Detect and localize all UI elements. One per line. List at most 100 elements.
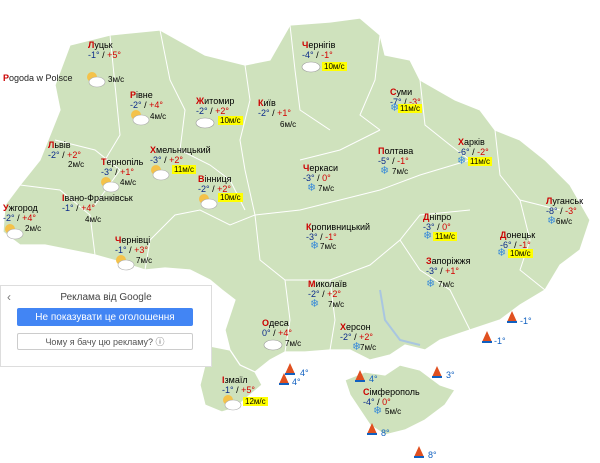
temp-max: -1° [325, 232, 337, 242]
wind-zhytomyr: 10м/с [218, 116, 243, 125]
city-dnipro: Дніпро -3° / 0° [423, 212, 452, 232]
wind-izmail: 12м/с [243, 397, 268, 406]
snow-icon: ❄ [310, 298, 320, 310]
temp-min: -2° [340, 332, 352, 342]
wind-kropyvnytskyi: 7м/с [320, 242, 337, 251]
temp-max: 0° [442, 222, 451, 232]
snow-icon: ❄ [426, 278, 436, 290]
partly-cloudy-icon [87, 72, 106, 88]
temp-max: +4° [22, 213, 36, 223]
city-name: ернопіль [106, 157, 144, 167]
city-name: итомир [204, 96, 235, 106]
snow-icon: ❄ [423, 230, 433, 242]
city-kharkiv: Харків -6° / -2° [458, 137, 489, 157]
wind-ternopil: 4м/с [120, 178, 137, 187]
temp-max: +2° [359, 332, 373, 342]
city-name: івне [136, 90, 153, 100]
temp-min: -2° [258, 108, 270, 118]
cloud-icon [195, 117, 215, 129]
wind-vinnytsia: 10м/с [218, 193, 243, 202]
temp-max: +2° [67, 150, 81, 160]
partly-cloudy-icon [223, 395, 242, 411]
temp-max: +2° [169, 155, 183, 165]
city-odesa: Одеса 0° / +4° [262, 318, 292, 338]
why-this-ad-button[interactable]: Чому я бачу цю рекламу? ⓘ [17, 333, 193, 350]
wind-uzhhorod: 2м/с [25, 224, 42, 233]
city-name: ерсон [346, 322, 371, 332]
city-name: ніпро [429, 212, 452, 222]
city-zhytomyr: Житомир -2° / +2° [196, 96, 235, 116]
temp-max: +1° [277, 108, 291, 118]
buoy-icon [482, 331, 492, 343]
sea-temp: -1° [494, 336, 506, 346]
city-khmelnytskyi: Хмельницький -3° / +2° [150, 145, 211, 165]
buoy-icon [355, 370, 365, 382]
city-vinnytsia: Вінниця -2° / +2° [198, 174, 232, 194]
temp-max: +2° [215, 106, 229, 116]
city-kherson: Херсон -2° / +2° [340, 322, 373, 342]
temp-min: -2° [48, 150, 60, 160]
buoy-icon [279, 373, 289, 385]
buoy-icon [414, 446, 424, 458]
partly-cloudy-icon [151, 165, 170, 181]
snow-icon: ❄ [307, 182, 317, 194]
city-chernivtsi: Чернівці -1° / +3° [115, 235, 151, 255]
wind-cherkasy: 7м/с [318, 184, 335, 193]
temp-max: +2° [327, 289, 341, 299]
sea-temp: -1° [520, 316, 532, 326]
snow-icon: ❄ [310, 240, 320, 252]
wind-khmelnytskyi: 11м/с [172, 165, 197, 174]
wind-poltava: 7м/с [392, 167, 409, 176]
buoy-icon [367, 423, 377, 435]
snow-icon: ❄ [497, 247, 507, 259]
city-name: апоріжжя [431, 256, 471, 266]
temp-max: -2° [477, 147, 489, 157]
wind-ivano-frankivsk: 4м/с [85, 215, 102, 224]
city-name: иколаїв [315, 279, 347, 289]
wind-chernivtsi: 7м/с [136, 256, 153, 265]
site-credit: Pogoda w Polsce [3, 73, 73, 83]
snow-icon: ❄ [352, 341, 362, 353]
city-name: онецьк [506, 230, 536, 240]
wind-luhansk: 6м/с [556, 217, 573, 226]
city-initial: О [262, 318, 270, 328]
google-ad-panel: ‹ Реклама від Google Не показувати це ог… [0, 285, 212, 367]
wind-kyiv: 6м/с [280, 120, 297, 129]
credit-text: ogoda w Polsce [9, 73, 73, 83]
temp-max: -3° [565, 206, 577, 216]
city-name: еркаси [309, 163, 339, 173]
city-izmail: Ізмаїл -1° / +5° [222, 375, 255, 395]
wind-odesa: 7м/с [285, 339, 302, 348]
city-cherkasy: Черкаси -3° / 0° [303, 163, 339, 183]
city-kyiv: Київ -2° / +1° [258, 98, 291, 118]
snow-icon: ❄ [457, 155, 467, 167]
city-kropyvnytskyi: Кропивницький -3° / -1° [306, 222, 371, 242]
city-name: олтава [384, 146, 414, 156]
wind-donetsk: 10м/с [508, 249, 533, 258]
partly-cloudy-icon [5, 224, 24, 240]
temp-max: +1° [120, 167, 134, 177]
snow-icon: ❄ [390, 102, 400, 114]
temp-max: +5° [107, 50, 121, 60]
wind-lviv: 2м/с [68, 160, 85, 169]
city-name: арків [464, 137, 485, 147]
temp-max: 0° [322, 173, 331, 183]
city-name: імферополь [369, 387, 420, 397]
sea-temp: 4° [292, 377, 301, 387]
city-name: уганськ [552, 196, 584, 206]
temp-max: +1° [445, 266, 459, 276]
wind-sumy: 11м/с [398, 104, 423, 113]
partly-cloudy-icon [199, 194, 218, 210]
city-lviv: Львів -2° / +2° [48, 140, 81, 160]
temp-max: -1° [397, 156, 409, 166]
hide-ad-button[interactable]: Не показувати це оголошення [17, 308, 193, 326]
temp-max: +4° [81, 203, 95, 213]
temp-min: -1° [62, 203, 74, 213]
city-initial: Ж [196, 96, 205, 106]
city-name: уми [396, 87, 413, 97]
city-chernihiv: Чернігів -4° / -1° [302, 40, 336, 60]
cloud-icon [301, 61, 321, 73]
temp-max: -1° [321, 50, 333, 60]
city-poltava: Полтава -5° / -1° [378, 146, 414, 166]
ad-title: Реклама від Google [60, 292, 152, 303]
